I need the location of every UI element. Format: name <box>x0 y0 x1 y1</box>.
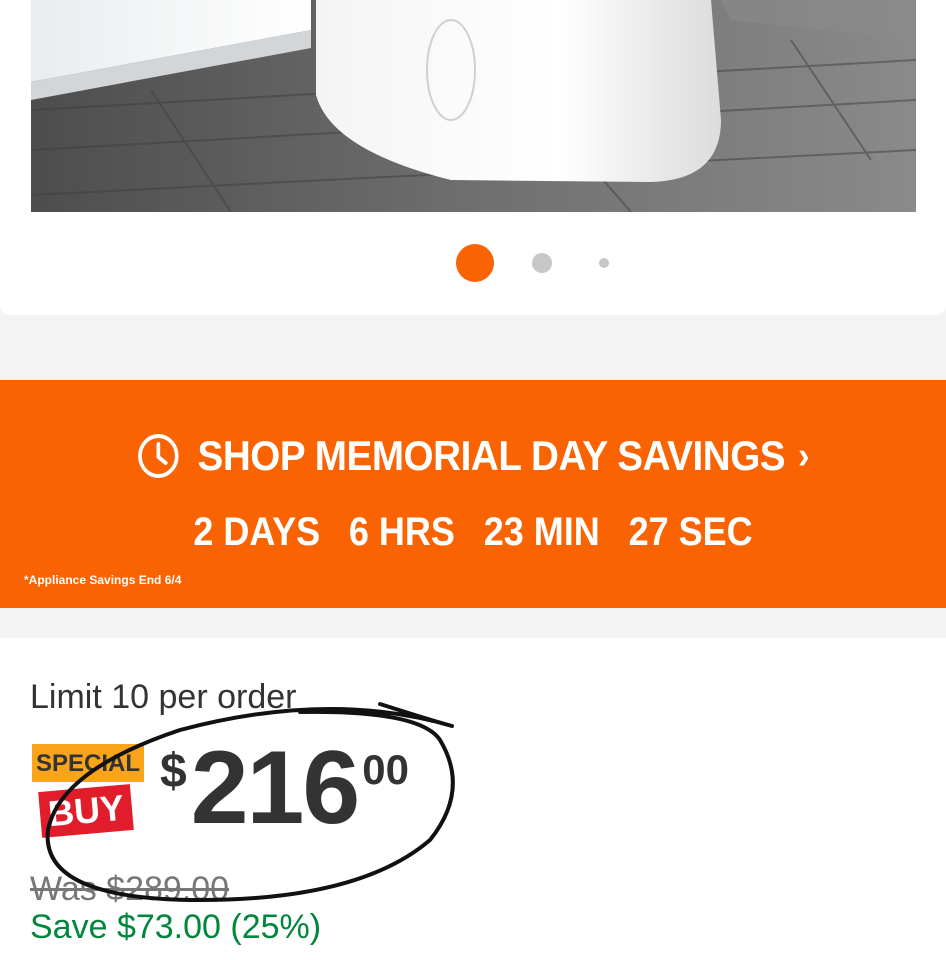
chevron-right-icon: › <box>797 434 810 477</box>
countdown-timer: 2 DAYS 6 HRS 23 MIN 27 SEC <box>47 510 898 555</box>
toilet-photo <box>31 0 916 212</box>
was-price: Was $289.00 <box>30 870 230 908</box>
carousel-dot-active[interactable] <box>456 244 494 282</box>
countdown-seconds: 27 SEC <box>628 510 753 554</box>
carousel-dot[interactable] <box>532 253 552 273</box>
buy-label: BUY <box>38 784 134 838</box>
savings-text: Save $73.00 (25%) <box>30 908 322 946</box>
countdown-days: 2 DAYS <box>193 510 321 554</box>
product-gallery <box>0 0 946 315</box>
carousel-dot[interactable] <box>599 258 609 268</box>
promo-headline-link[interactable]: SHOP MEMORIAL DAY SAVINGS › <box>38 432 908 480</box>
countdown-hours: 6 HRS <box>348 510 455 554</box>
carousel-indicator <box>0 244 946 282</box>
current-price: $ 216 00 <box>160 736 409 840</box>
purchase-limit: Limit 10 per order <box>30 678 297 716</box>
promo-headline: SHOP MEMORIAL DAY SAVINGS <box>197 432 786 479</box>
clock-icon <box>137 434 179 478</box>
price-dollars: 216 <box>190 730 361 846</box>
special-buy-badge: SPECIAL BUY <box>32 744 144 844</box>
countdown-minutes: 23 MIN <box>483 510 600 554</box>
price-cents: 00 <box>362 746 409 793</box>
special-label: SPECIAL <box>32 744 144 782</box>
product-image[interactable] <box>31 0 916 212</box>
price-currency: $ <box>160 745 187 798</box>
promo-disclaimer: *Appliance Savings End 6/4 <box>24 573 182 587</box>
